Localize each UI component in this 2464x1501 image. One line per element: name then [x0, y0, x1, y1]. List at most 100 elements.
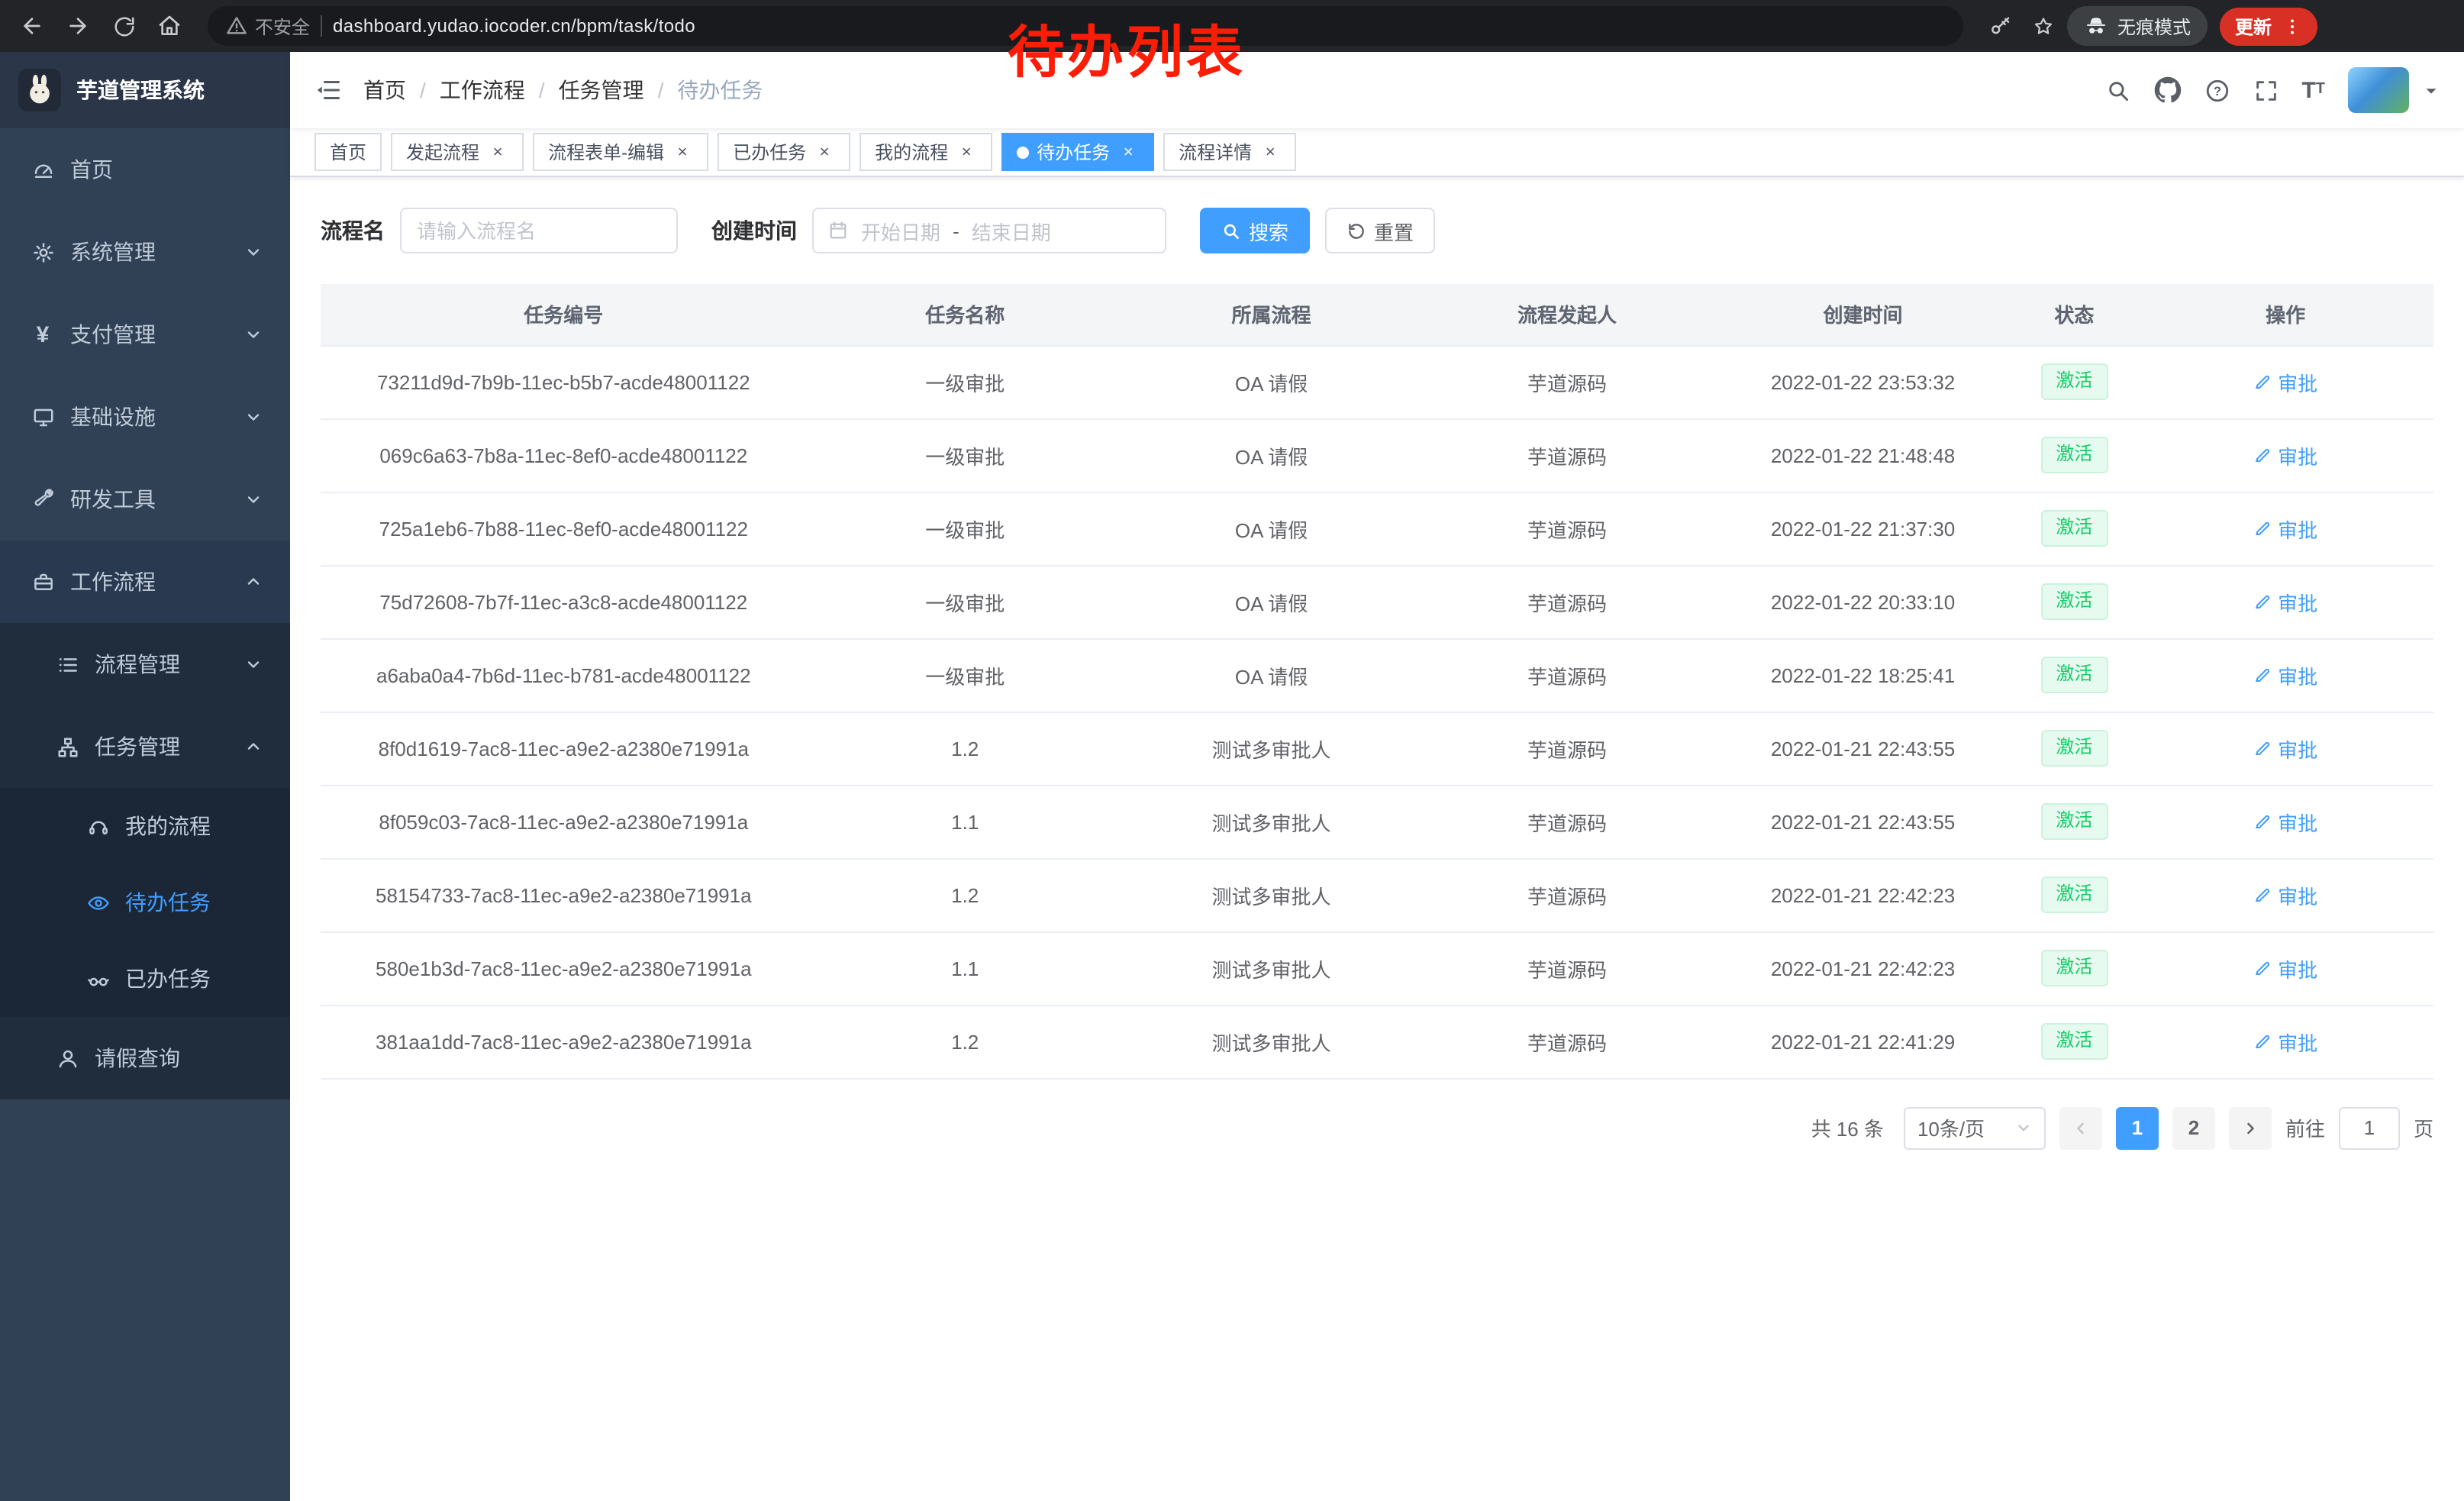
help-button[interactable]: ? — [2204, 77, 2230, 103]
tab-done-tasks[interactable]: 已办任务 × — [718, 133, 850, 171]
browser-reload-button[interactable] — [104, 6, 144, 46]
tab-form-edit[interactable]: 流程表单-编辑 × — [533, 133, 708, 171]
status-badge: 激活 — [2040, 437, 2108, 473]
tab-todo-tasks[interactable]: 待办任务 × — [1001, 133, 1154, 171]
cell-task-id: 069c6a63-7b8a-11ec-8ef0-acde48001122 — [321, 418, 807, 492]
cell-actions: 审批 — [2137, 858, 2433, 931]
sidebar-item-my-process[interactable]: 我的流程 — [0, 788, 290, 864]
sidebar-item-devtools[interactable]: 研发工具 — [0, 458, 290, 541]
goto-page-input[interactable] — [2339, 1106, 2400, 1149]
main-area: 首页 / 工作流程 / 任务管理 / 待办任务 ? — [290, 52, 2464, 1501]
close-icon[interactable]: × — [814, 141, 835, 163]
sidebar-item-task-management[interactable]: 任务管理 — [0, 705, 290, 788]
page-size-select[interactable]: 10条/页 — [1904, 1106, 2046, 1149]
fullscreen-button[interactable] — [2253, 77, 2279, 103]
cell-status: 激活 — [2011, 785, 2137, 858]
sidebar-collapse-button[interactable] — [314, 76, 342, 104]
bookmark-star-button[interactable] — [2024, 8, 2061, 44]
goto-label: 前往 — [2285, 1113, 2325, 1142]
close-icon[interactable]: × — [672, 141, 693, 163]
search-button[interactable] — [2104, 77, 2130, 103]
approve-button[interactable]: 审批 — [2253, 807, 2317, 836]
tab-start-process[interactable]: 发起流程 × — [391, 133, 524, 171]
app-logo[interactable]: 芋道管理系统 — [0, 52, 290, 128]
breadcrumb-home[interactable]: 首页 — [363, 75, 406, 105]
menu-label: 请假查询 — [95, 1043, 180, 1073]
process-name-input[interactable] — [400, 208, 678, 253]
svg-text:?: ? — [2213, 84, 2221, 98]
browser-back-button[interactable] — [12, 6, 52, 46]
reset-button[interactable]: 重置 — [1325, 208, 1435, 253]
approve-button[interactable]: 审批 — [2253, 660, 2317, 689]
sidebar-item-payment[interactable]: ¥ 支付管理 — [0, 293, 290, 376]
tab-process-detail[interactable]: 流程详情 × — [1163, 133, 1296, 171]
github-link[interactable] — [2153, 76, 2181, 104]
cell-status: 激活 — [2011, 345, 2137, 418]
breadcrumb-task-management[interactable]: 任务管理 — [559, 75, 644, 105]
sidebar-item-leave-query[interactable]: 请假查询 — [0, 1017, 290, 1099]
date-range-picker[interactable]: 开始日期 - 结束日期 — [812, 208, 1166, 253]
cell-starter: 芋道源码 — [1419, 1005, 1715, 1078]
approve-button[interactable]: 审批 — [2253, 367, 2317, 396]
avatar-caret-down-icon[interactable] — [2423, 82, 2440, 98]
page-suffix: 页 — [2414, 1113, 2433, 1142]
approve-button[interactable]: 审批 — [2253, 441, 2317, 470]
sidebar-item-infrastructure[interactable]: 基础设施 — [0, 376, 290, 458]
start-date-placeholder: 开始日期 — [861, 216, 940, 245]
approve-button[interactable]: 审批 — [2253, 880, 2317, 909]
tab-home[interactable]: 首页 — [314, 133, 382, 171]
browser-home-button[interactable] — [150, 6, 189, 46]
sidebar-item-process-management[interactable]: 流程管理 — [0, 623, 290, 705]
cell-starter: 芋道源码 — [1419, 931, 1715, 1005]
close-icon[interactable]: × — [487, 141, 508, 163]
cell-create-time: 2022-01-21 22:41:29 — [1715, 1005, 2011, 1078]
cell-create-time: 2022-01-21 22:43:55 — [1715, 785, 2011, 858]
cell-status: 激活 — [2011, 418, 2137, 492]
chrome-update-button[interactable]: 更新 — [2220, 7, 2317, 45]
approve-button[interactable]: 审批 — [2253, 954, 2317, 983]
menu-label: 工作流程 — [70, 567, 156, 597]
user-icon — [55, 1047, 79, 1070]
filter-bar: 流程名 创建时间 开始日期 - 结束日期 搜索 重 — [321, 208, 2433, 253]
sidebar-item-todo-tasks[interactable]: 待办任务 — [0, 864, 290, 941]
chevron-left-icon — [2072, 1118, 2090, 1137]
close-icon[interactable]: × — [1118, 141, 1139, 163]
search-button-main[interactable]: 搜索 — [1200, 208, 1310, 253]
sidebar-item-workflow[interactable]: 工作流程 — [0, 541, 290, 623]
breadcrumb-separator: / — [658, 78, 664, 102]
sidebar-item-home[interactable]: 首页 — [0, 128, 290, 211]
cell-process: 测试多审批人 — [1124, 785, 1420, 858]
edit-pen-icon — [2253, 812, 2272, 831]
cell-starter: 芋道源码 — [1419, 712, 1715, 785]
approve-button[interactable]: 审批 — [2253, 587, 2317, 616]
browser-forward-button[interactable] — [58, 6, 98, 46]
page-1-button[interactable]: 1 — [2116, 1106, 2159, 1149]
cell-actions: 审批 — [2137, 1005, 2433, 1078]
tab-my-process[interactable]: 我的流程 × — [859, 133, 992, 171]
security-chip[interactable]: 不安全 — [226, 13, 310, 39]
breadcrumb-workflow[interactable]: 工作流程 — [440, 75, 525, 105]
approve-button[interactable]: 审批 — [2253, 734, 2317, 763]
menu-label: 研发工具 — [70, 484, 156, 515]
font-size-button[interactable]: TT — [2301, 79, 2325, 102]
approve-button[interactable]: 审批 — [2253, 514, 2317, 543]
sidebar-item-system[interactable]: 系统管理 — [0, 211, 290, 293]
create-time-label: 创建时间 — [711, 215, 797, 246]
table-row: 58154733-7ac8-11ec-a9e2-a2380e71991a 1.2… — [321, 858, 2433, 931]
avatar[interactable] — [2348, 67, 2409, 113]
approve-button[interactable]: 审批 — [2253, 1027, 2317, 1056]
edit-pen-icon — [2253, 739, 2272, 757]
topbar-actions: ? TT — [2104, 67, 2440, 113]
sidebar-menu: 首页 系统管理 ¥ 支付管理 — [0, 128, 290, 1099]
cell-actions: 审批 — [2137, 565, 2433, 638]
close-icon[interactable]: × — [956, 141, 977, 163]
chevron-down-icon — [244, 243, 263, 261]
table-row: 73211d9d-7b9b-11ec-b5b7-acde48001122 一级审… — [321, 345, 2433, 418]
prev-page-button[interactable] — [2059, 1106, 2102, 1149]
close-icon[interactable]: × — [1259, 141, 1281, 163]
page-2-button[interactable]: 2 — [2172, 1106, 2215, 1149]
sidebar-item-done-tasks[interactable]: 已办任务 — [0, 941, 290, 1017]
cell-create-time: 2022-01-22 23:53:32 — [1715, 345, 2011, 418]
next-page-button[interactable] — [2229, 1106, 2272, 1149]
password-key-button[interactable] — [1982, 8, 2018, 44]
